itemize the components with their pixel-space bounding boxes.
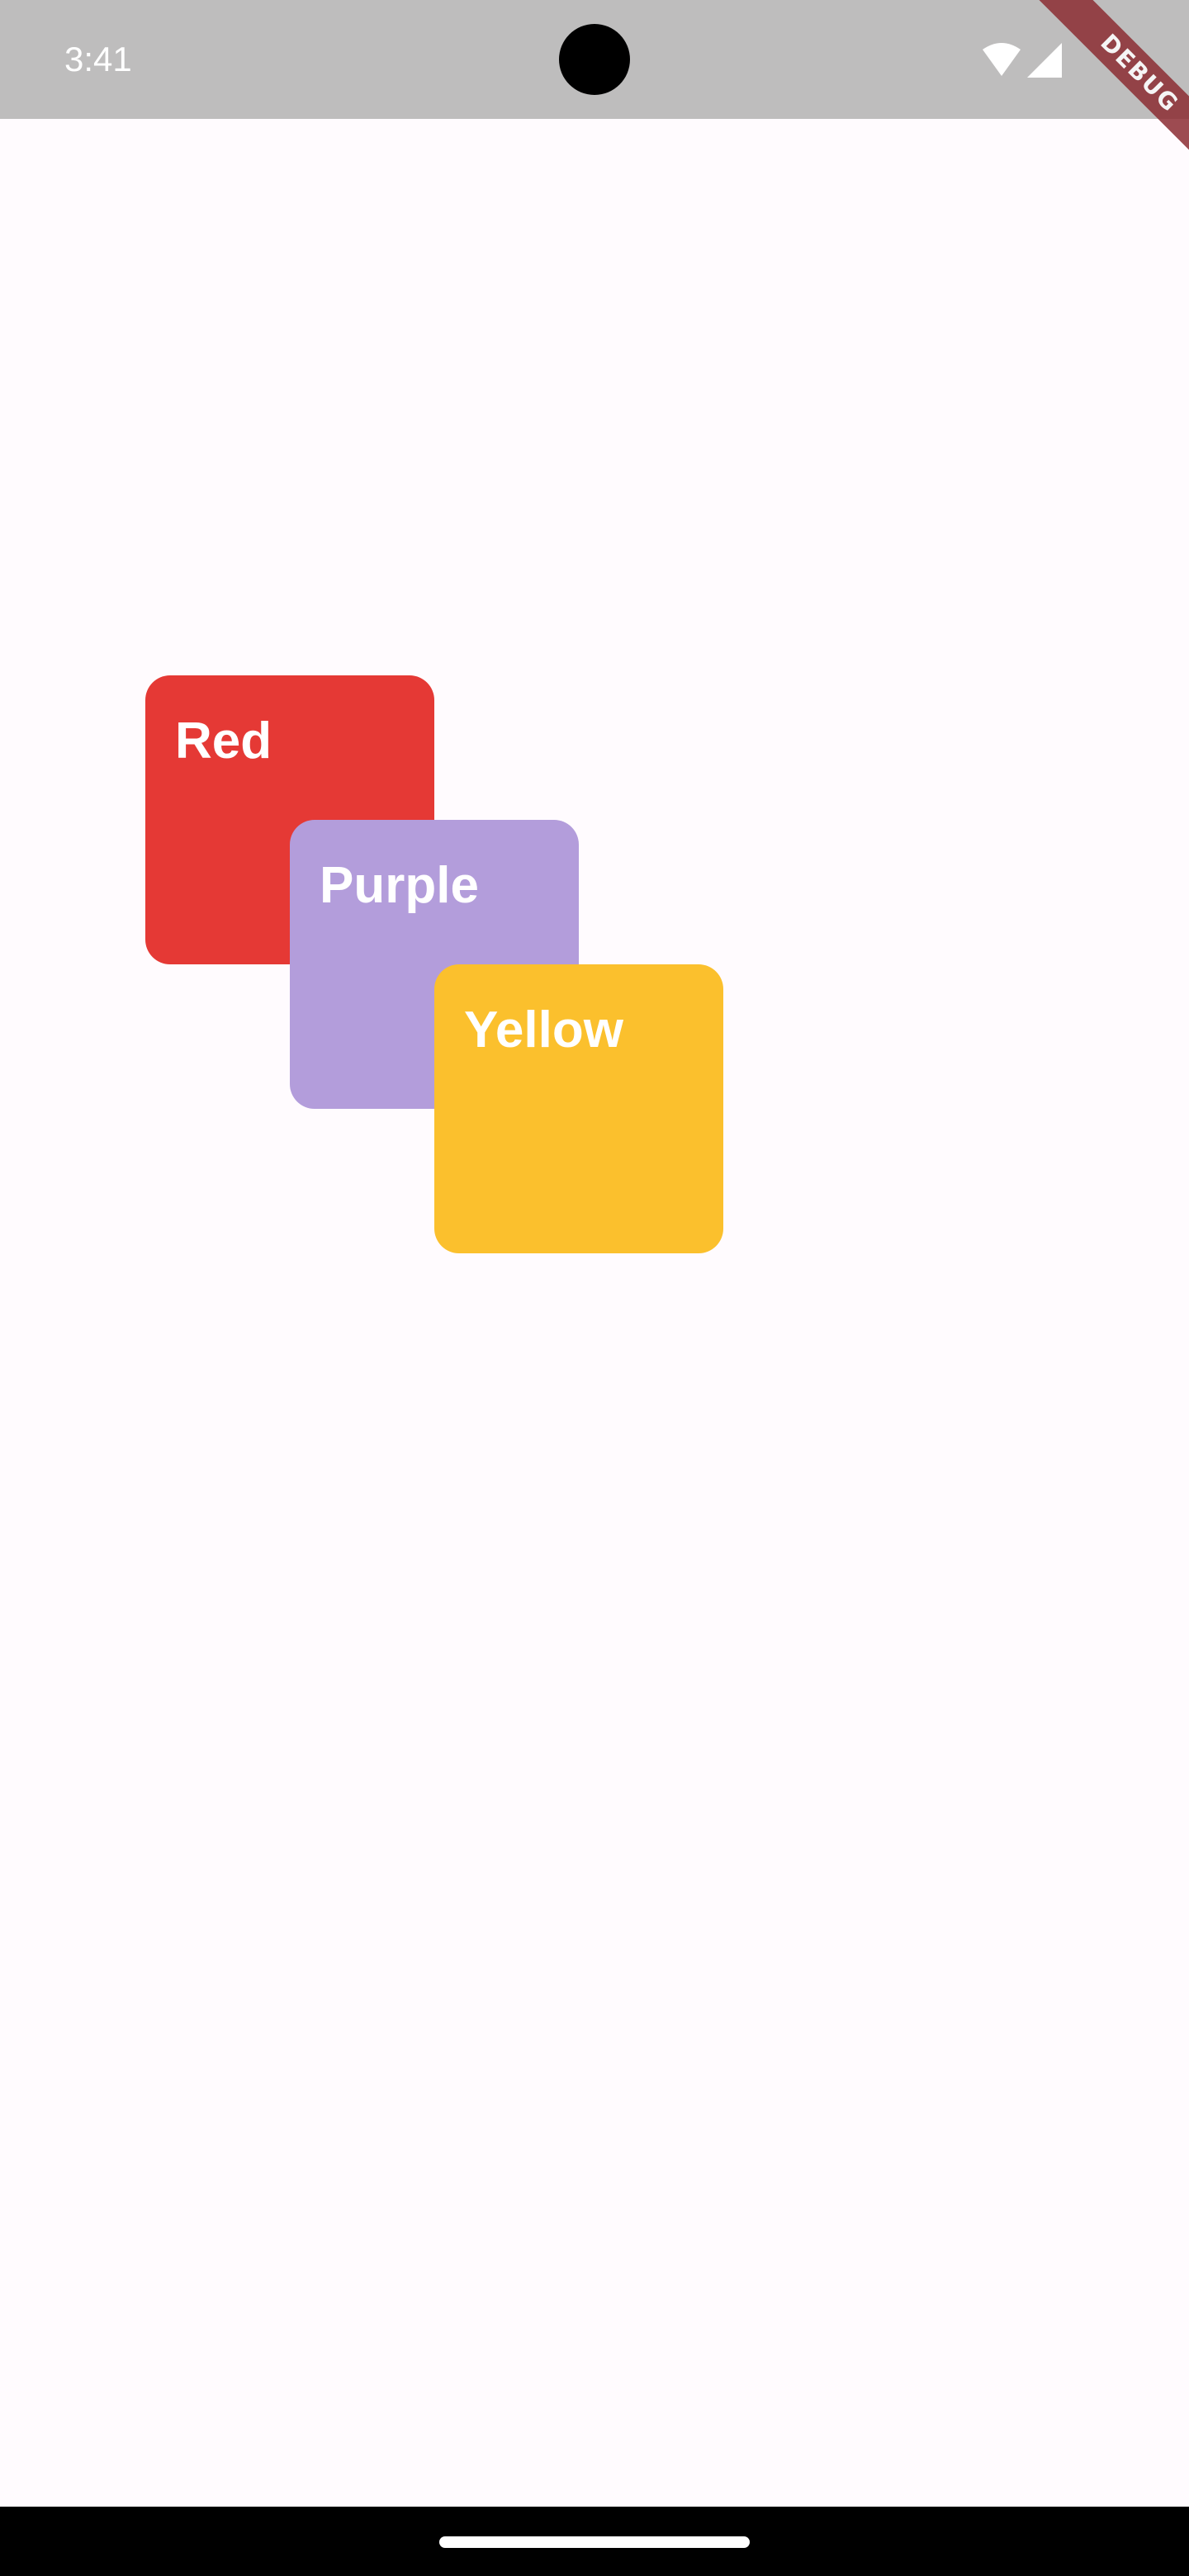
- yellow-box[interactable]: Yellow: [434, 964, 723, 1253]
- camera-cutout: [559, 24, 630, 95]
- yellow-box-label: Yellow: [464, 1002, 623, 1058]
- status-time: 3:41: [64, 40, 132, 78]
- main-content: Red Purple Yellow: [0, 119, 1189, 2507]
- navigation-bar: [0, 2507, 1189, 2576]
- purple-box-label: Purple: [320, 857, 479, 914]
- red-box-label: Red: [175, 713, 272, 769]
- home-handle[interactable]: [439, 2536, 750, 2548]
